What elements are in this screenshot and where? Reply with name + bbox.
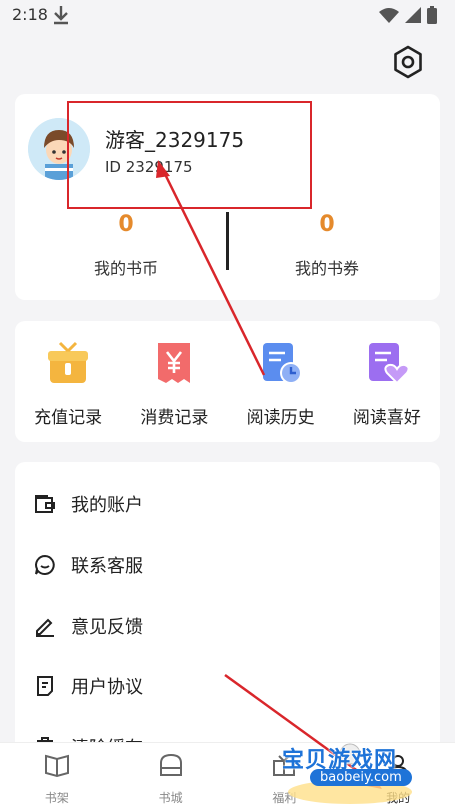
pencil-icon — [36, 618, 54, 637]
yen-receipt-icon — [158, 343, 191, 383]
consumption-record-button[interactable]: 消费记录 — [121, 321, 227, 442]
download-icon — [54, 6, 68, 25]
wallet-icon — [35, 495, 55, 513]
coins-value: 0 — [118, 212, 134, 237]
user-id: ID 2329175 — [105, 158, 193, 176]
reading-preference-label: 阅读喜好 — [352, 408, 421, 428]
recharge-record-button[interactable]: 充值记录 — [15, 321, 121, 442]
status-time: 2:18 — [12, 5, 48, 24]
vouchers-stat[interactable]: 0 我的书券 — [227, 212, 427, 279]
book-icon — [44, 754, 69, 778]
tab-bookstore[interactable]: 书城 — [114, 743, 228, 810]
tab-bookshelf[interactable]: 书架 — [0, 743, 114, 810]
signal-icon — [405, 7, 421, 23]
clock-document-icon — [262, 343, 302, 384]
chat-icon — [35, 554, 55, 575]
profile-card: 游客_2329175 ID 2329175 0 我的书币 0 我的书券 — [15, 94, 440, 300]
menu-item-feedback[interactable]: 意见反馈 — [15, 596, 440, 656]
battery-icon — [427, 6, 437, 24]
watermark-url: baobeiy.com — [310, 769, 412, 786]
menu-item-label: 用户协议 — [71, 677, 143, 698]
coins-label: 我的书币 — [93, 259, 158, 278]
gift-icon — [48, 341, 89, 383]
menu-item-label: 意见反馈 — [71, 617, 143, 638]
vouchers-value: 0 — [319, 212, 335, 237]
vouchers-label: 我的书券 — [294, 259, 359, 278]
reading-history-label: 阅读历史 — [246, 408, 315, 428]
tab-label: 书架 — [44, 791, 69, 805]
settings-menu: 我的账户 联系客服 意见反馈 用户协议 清除缓存 — [15, 462, 440, 762]
username: 游客_2329175 — [105, 128, 245, 152]
menu-item-user-agreement[interactable]: 用户协议 — [15, 656, 440, 716]
document-icon — [37, 676, 53, 696]
coins-stat[interactable]: 0 我的书币 — [26, 212, 226, 279]
avatar[interactable] — [28, 118, 90, 180]
menu-item-label: 联系客服 — [71, 556, 143, 577]
consumption-record-label: 消费记录 — [140, 408, 209, 428]
avatar-image — [28, 118, 90, 180]
status-bar: 2:18 — [0, 0, 455, 32]
tab-label: 书城 — [158, 791, 183, 805]
menu-item-my-account[interactable]: 我的账户 — [15, 474, 440, 534]
heart-document-icon — [368, 343, 410, 385]
menu-item-customer-service[interactable]: 联系客服 — [15, 535, 440, 595]
quick-actions: 充值记录 消费记录 阅读历史 阅读喜好 — [15, 321, 440, 442]
wifi-icon — [379, 8, 399, 23]
settings-gear-icon[interactable] — [389, 43, 427, 81]
menu-item-label: 我的账户 — [71, 495, 143, 516]
reading-history-button[interactable]: 阅读历史 — [228, 321, 334, 442]
recharge-record-label: 充值记录 — [34, 408, 103, 428]
store-icon — [159, 753, 182, 776]
reading-preference-button[interactable]: 阅读喜好 — [334, 321, 440, 442]
